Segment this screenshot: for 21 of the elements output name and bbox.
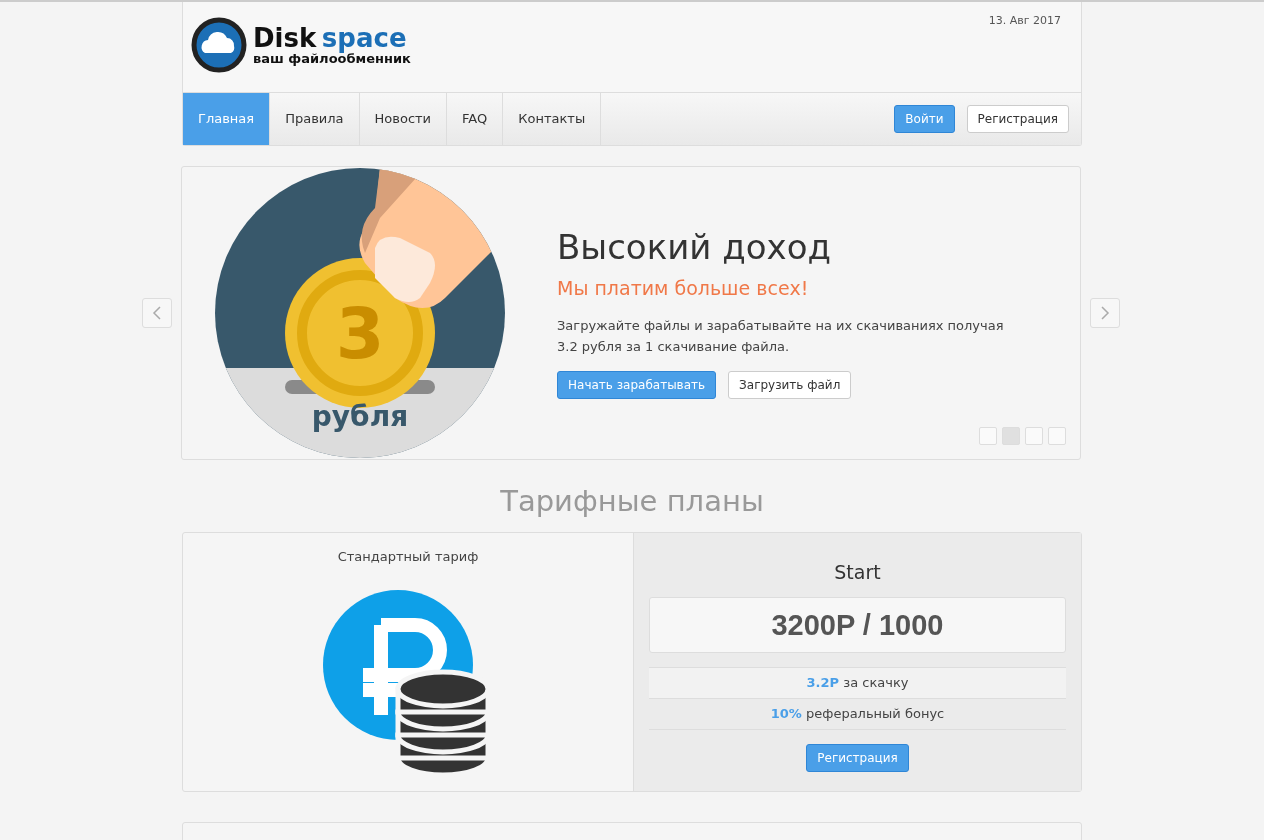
nav-tab[interactable]: FAQ [447,93,504,145]
plan-feature: 3.2P за скачку [649,667,1066,698]
slide-description: Загружайте файлы и зарабатывайте на их скачиваниях получая 3.2 рубля за 1 скачивание файла. [557,317,1005,356]
plan-label: Стандартный тариф [337,549,479,564]
logo-tagline: ваш файлообменник [253,52,411,67]
plan-name: Start [833,561,882,583]
register-button[interactable]: Регистрация [966,105,1069,133]
slide-subtitle: Мы платим больше всех! [557,277,810,299]
upload-file-button[interactable]: Загрузить файл [728,371,852,399]
nav-tab[interactable]: Новости [359,93,448,145]
nav-tab[interactable]: Контакты [503,93,602,145]
plan-price: 3200P / 1000 [649,597,1066,653]
nav-tab[interactable]: Правила [270,93,360,145]
plan-feature: 10% реферальный бонус [649,698,1066,730]
slide-title: Высокий доход [557,227,832,267]
logo-word: Disk [253,22,317,53]
cloud-logo-icon [191,17,247,73]
date-text: 13. Авг 2017 [988,13,1061,29]
logo-word: space [321,22,407,53]
coin-caption: рубля [311,400,409,433]
section-heading: Тарифные планы [499,484,765,518]
